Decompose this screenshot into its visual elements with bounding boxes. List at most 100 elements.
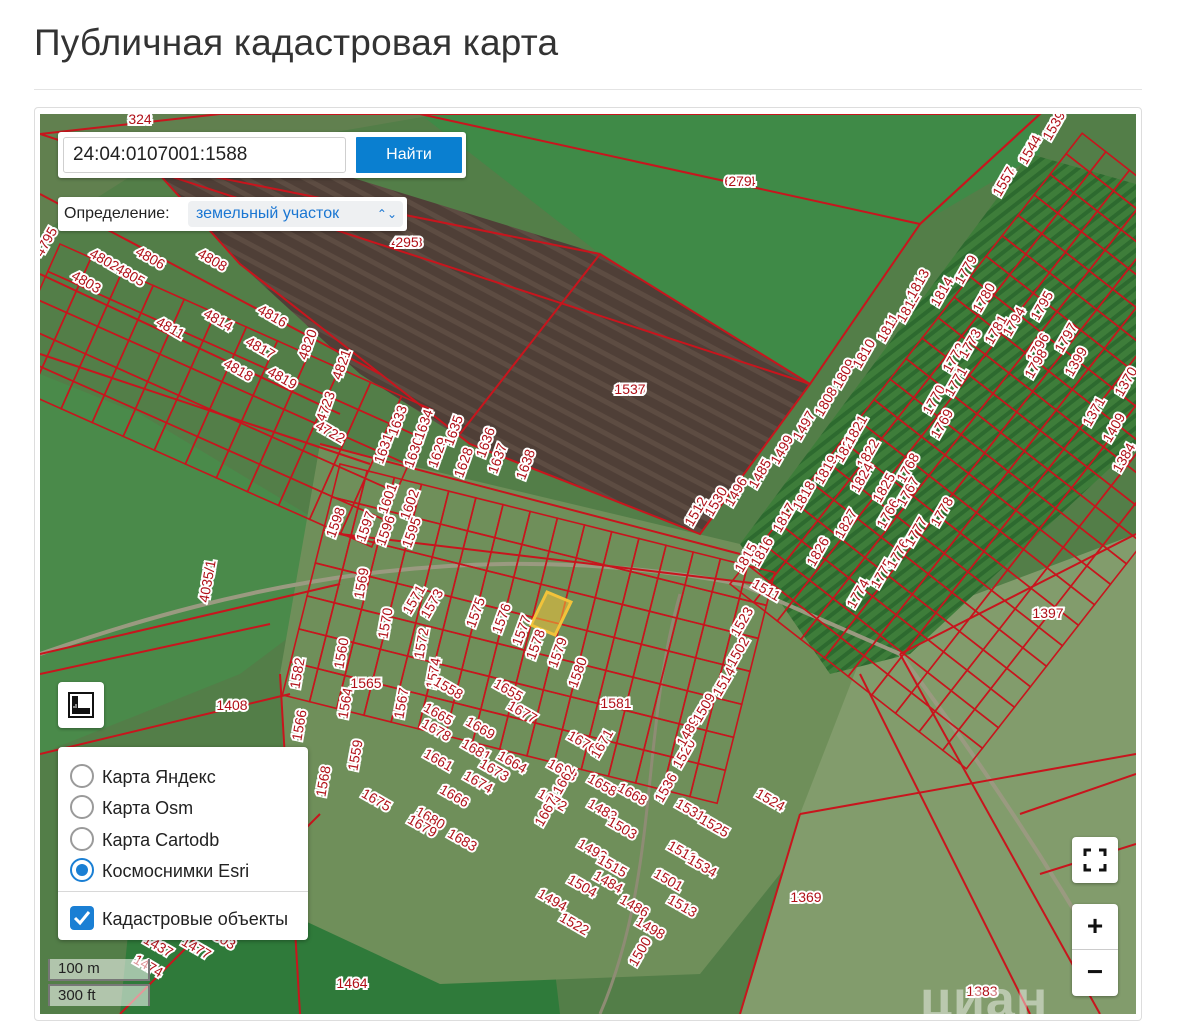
parcel-number-label[interactable]: 1569 bbox=[348, 564, 373, 602]
parcel-number-label[interactable]: 1581 bbox=[598, 693, 633, 713]
layer-option-cartodb[interactable]: Карта Cartodb bbox=[68, 824, 304, 852]
parcel-number-label[interactable]: 1668 bbox=[613, 777, 652, 811]
parcel-number-label[interactable]: 1560 bbox=[328, 634, 353, 672]
parcel-number-label[interactable]: 1795 bbox=[1025, 286, 1059, 325]
parcel-number-label[interactable]: 4814 bbox=[199, 303, 238, 337]
parcel-number-label[interactable]: 4817 bbox=[241, 331, 280, 365]
parcel-number-label[interactable]: 1773 bbox=[953, 324, 987, 363]
parcel-number-label[interactable]: 1655 bbox=[489, 673, 528, 707]
radio-cartodb[interactable] bbox=[70, 827, 94, 851]
cadastral-number-input[interactable] bbox=[63, 137, 346, 173]
parcel-number-label[interactable]: 1537 bbox=[612, 379, 647, 399]
parcel-number-label[interactable]: 1633 bbox=[382, 401, 412, 440]
parcel-number-label[interactable]: 1677 bbox=[503, 695, 542, 729]
parcel-number-label[interactable]: 1778 bbox=[925, 492, 959, 531]
parcel-number-label[interactable]: 1813 bbox=[901, 264, 935, 303]
parcel-number-label[interactable]: 1661 bbox=[419, 743, 458, 777]
parcel-number-label[interactable]: 4820 bbox=[292, 325, 322, 364]
parcel-number-label[interactable]: 1509 bbox=[687, 688, 721, 727]
parcel-number-label[interactable]: 4805 bbox=[111, 258, 150, 292]
parcel-number-label[interactable]: 4816 bbox=[253, 299, 292, 333]
parcel-number-label[interactable]: 1536 bbox=[649, 768, 683, 807]
parcel-number-label[interactable]: 1568 bbox=[310, 762, 335, 800]
parcel-number-label[interactable]: 1567 bbox=[388, 684, 413, 722]
parcel-number-label[interactable]: 4819 bbox=[263, 361, 302, 395]
parcel-number-label[interactable]: 1683 bbox=[443, 823, 482, 857]
parcel-number-label[interactable]: 4806 bbox=[131, 241, 170, 275]
parcel-number-label[interactable]: 1628 bbox=[448, 443, 478, 482]
fullscreen-button[interactable] bbox=[1072, 837, 1118, 883]
parcel-number-label[interactable]: 1397 bbox=[1030, 603, 1065, 623]
parcel-number-label[interactable]: 1780 bbox=[967, 278, 1001, 317]
parcel-number-label[interactable]: 1595 bbox=[396, 513, 426, 552]
parcel-number-label[interactable]: 1794 bbox=[997, 302, 1031, 341]
parcel-number-label[interactable]: 1675 bbox=[357, 783, 396, 817]
zoom-in-button[interactable]: + bbox=[1072, 904, 1118, 950]
parcel-number-label[interactable]: 1818 bbox=[787, 476, 821, 515]
parcel-number-label[interactable]: 1370 bbox=[1109, 362, 1136, 401]
parcel-number-label[interactable]: 1523 bbox=[725, 602, 759, 641]
parcel-number-label[interactable]: 4821 bbox=[326, 345, 356, 384]
parcel-number-label[interactable]: 1564 bbox=[332, 684, 357, 722]
parcel-number-label[interactable]: 1827 bbox=[829, 504, 863, 543]
overlay-cadastral[interactable]: Кадастровые объекты bbox=[68, 903, 304, 931]
parcel-number-label[interactable]: 1565 bbox=[348, 673, 383, 693]
parcel-number-label[interactable]: 1511 bbox=[747, 573, 785, 606]
parcel-number-label[interactable]: 1384 bbox=[1107, 438, 1136, 477]
parcel-number-label[interactable]: 1557 bbox=[987, 162, 1021, 201]
parcel-number-label[interactable]: 279 bbox=[726, 171, 754, 191]
parcel-number-label[interactable]: 1501 bbox=[649, 863, 688, 897]
parcel-number-label[interactable]: 1524 bbox=[751, 783, 790, 817]
parcel-number-label[interactable]: 1566 bbox=[286, 706, 311, 744]
layer-option-esri[interactable]: Космоснимки Esri bbox=[68, 855, 304, 883]
parcel-number-label[interactable]: 1779 bbox=[949, 250, 983, 289]
parcel-number-label[interactable]: 1408 bbox=[214, 695, 249, 715]
measure-button[interactable] bbox=[58, 682, 104, 728]
parcel-number-label[interactable]: 1635 bbox=[438, 411, 468, 450]
parcel-number-label[interactable]: 4035/1 bbox=[193, 556, 220, 605]
cadastral-checkbox[interactable] bbox=[70, 906, 94, 930]
parcel-number-label[interactable]: 1534 bbox=[683, 849, 722, 883]
parcel-number-label[interactable]: 1816 bbox=[745, 532, 779, 571]
layer-option-osm[interactable]: Карта Osm bbox=[68, 792, 304, 820]
parcel-number-label[interactable]: 1576 bbox=[486, 599, 516, 638]
parcel-number-label[interactable]: 1808 bbox=[809, 382, 843, 421]
radio-osm[interactable] bbox=[70, 795, 94, 819]
parcel-number-label[interactable]: 1513 bbox=[663, 889, 702, 923]
parcel-number-label[interactable]: 4811 bbox=[151, 311, 189, 344]
parcel-number-label[interactable]: 1496 bbox=[719, 472, 753, 511]
parcel-number-label[interactable]: 1666 bbox=[435, 779, 474, 813]
parcel-number-label[interactable]: 1580 bbox=[562, 653, 592, 692]
parcel-number-label[interactable]: 1575 bbox=[460, 593, 490, 632]
parcel-number-label[interactable]: 295 bbox=[393, 232, 421, 252]
parcel-number-label[interactable]: 1638 bbox=[510, 445, 540, 484]
parcel-number-label[interactable]: 1634 bbox=[408, 405, 438, 444]
parcel-number-label[interactable]: 1558 bbox=[429, 671, 468, 705]
parcel-number-label[interactable]: 1777 bbox=[899, 512, 933, 551]
parcel-number-label[interactable]: 1658 bbox=[583, 768, 622, 802]
parcel-number-label[interactable]: 4818 bbox=[219, 353, 258, 387]
parcel-number-label[interactable]: 1572 bbox=[408, 624, 433, 662]
parcel-number-label[interactable]: 4803 bbox=[67, 265, 106, 299]
parcel-number-label[interactable]: 1579 bbox=[542, 633, 572, 672]
parcel-number-label[interactable]: 1671 bbox=[585, 724, 619, 763]
parcel-number-label[interactable]: 1539 bbox=[1037, 114, 1071, 145]
parcel-number-label[interactable]: 1371 bbox=[1077, 392, 1111, 431]
parcel-number-label[interactable]: 1409 bbox=[1097, 408, 1131, 447]
parcel-number-label[interactable]: 1464 bbox=[334, 973, 369, 993]
parcel-number-label[interactable]: 324 bbox=[126, 114, 154, 129]
parcel-number-label[interactable]: 1570 bbox=[372, 604, 397, 642]
definition-select[interactable]: земельный участок ⌃⌄ bbox=[188, 201, 403, 227]
parcel-number-label[interactable]: 4808 bbox=[193, 243, 232, 277]
parcel-number-label[interactable]: 1500 bbox=[623, 932, 657, 971]
parcel-number-label[interactable]: 1544 bbox=[1013, 130, 1047, 169]
parcel-number-label[interactable]: 1369 bbox=[788, 887, 823, 907]
parcel-number-label[interactable]: 4722 bbox=[311, 415, 350, 449]
parcel-number-label[interactable]: 1810 bbox=[847, 334, 881, 373]
parcel-number-label[interactable]: 1522 bbox=[555, 907, 594, 941]
find-button[interactable]: Найти bbox=[356, 137, 462, 173]
radio-yandex[interactable] bbox=[70, 764, 94, 788]
parcel-number-label[interactable]: 1582 bbox=[284, 654, 309, 692]
parcel-number-label[interactable]: 1503 bbox=[603, 811, 642, 845]
parcel-number-label[interactable]: 1525 bbox=[695, 809, 734, 843]
